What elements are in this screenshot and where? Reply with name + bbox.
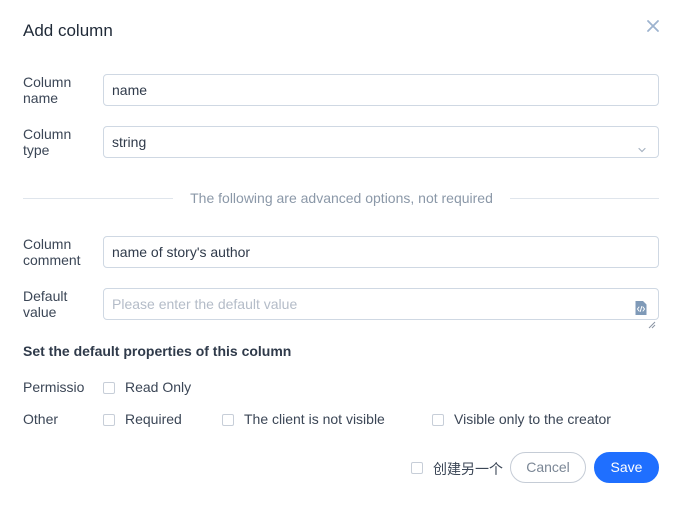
cancel-button[interactable]: Cancel xyxy=(510,452,586,483)
read-only-label: Read Only xyxy=(125,379,192,395)
create-another-label: 创建另一个 xyxy=(433,461,503,477)
column-name-label: Column name xyxy=(23,74,72,106)
permission-label: Permissio xyxy=(23,379,85,395)
save-button[interactable]: Save xyxy=(594,452,659,483)
other-label: Other xyxy=(23,411,59,427)
column-type-value: string xyxy=(112,134,147,150)
code-file-icon[interactable] xyxy=(634,296,648,315)
advanced-options-divider: The following are advanced options, not … xyxy=(190,190,493,206)
create-another-checkbox[interactable] xyxy=(411,462,423,474)
default-value-label: Default value xyxy=(23,288,68,320)
column-type-select[interactable]: string xyxy=(103,126,659,158)
add-column-dialog: Add column Column name name Column type … xyxy=(0,0,684,505)
read-only-checkbox[interactable] xyxy=(103,382,115,394)
default-value-placeholder: Please enter the default value xyxy=(112,296,298,312)
column-name-input[interactable]: name xyxy=(103,74,659,106)
resize-handle[interactable] xyxy=(648,309,656,329)
column-type-label: Column type xyxy=(23,126,72,158)
default-properties-heading: Set the default properties of this colum… xyxy=(23,343,292,359)
divider-line-left xyxy=(23,198,173,199)
creator-only-checkbox[interactable] xyxy=(432,414,444,426)
required-label: Required xyxy=(125,411,182,427)
column-name-value: name xyxy=(112,82,148,98)
column-comment-value: name of story's author xyxy=(112,244,251,260)
chevron-down-icon xyxy=(636,136,648,153)
required-checkbox[interactable] xyxy=(103,414,115,426)
client-not-visible-checkbox[interactable] xyxy=(222,414,234,426)
column-comment-label: Column comment xyxy=(23,236,81,268)
column-comment-input[interactable]: name of story's author xyxy=(103,236,659,268)
default-value-textarea[interactable]: Please enter the default value xyxy=(103,288,659,329)
divider-line-right xyxy=(510,198,659,199)
client-not-visible-label: The client is not visible xyxy=(244,411,385,427)
close-icon[interactable] xyxy=(645,18,661,34)
dialog-title: Add column xyxy=(23,21,113,40)
creator-only-label: Visible only to the creator xyxy=(454,411,611,427)
